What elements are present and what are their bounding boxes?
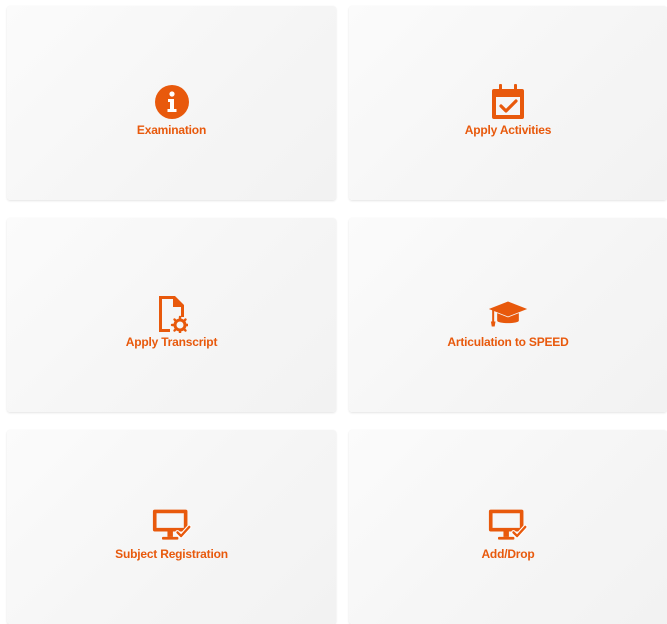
articulation-to-speed-label: Articulation to SPEED xyxy=(447,334,569,349)
apply-transcript-tile[interactable]: Apply Transcript xyxy=(7,218,336,412)
add-drop-label: Add/Drop xyxy=(481,546,535,561)
subject-registration-label: Subject Registration xyxy=(115,546,228,561)
apply-activities-label: Apply Activities xyxy=(464,122,552,137)
examination-label: Examination xyxy=(136,122,207,137)
examination-tile[interactable]: Examination xyxy=(7,6,336,200)
graduation-cap-icon xyxy=(488,294,528,334)
articulation-to-speed-tile[interactable]: Articulation to SPEED xyxy=(349,218,667,412)
monitor-check-icon xyxy=(152,506,192,546)
file-cog-icon xyxy=(152,294,192,334)
calendar-check-icon xyxy=(488,82,528,122)
apply-activities-tile[interactable]: Apply Activities xyxy=(349,6,667,200)
apply-transcript-label: Apply Transcript xyxy=(125,334,218,349)
subject-registration-tile[interactable]: Subject Registration xyxy=(7,430,336,624)
monitor-check-icon xyxy=(488,506,528,546)
menu-grid: Examination Apply Activities Apply Trans… xyxy=(0,0,667,624)
info-circle-icon xyxy=(152,82,192,122)
add-drop-tile[interactable]: Add/Drop xyxy=(349,430,667,624)
